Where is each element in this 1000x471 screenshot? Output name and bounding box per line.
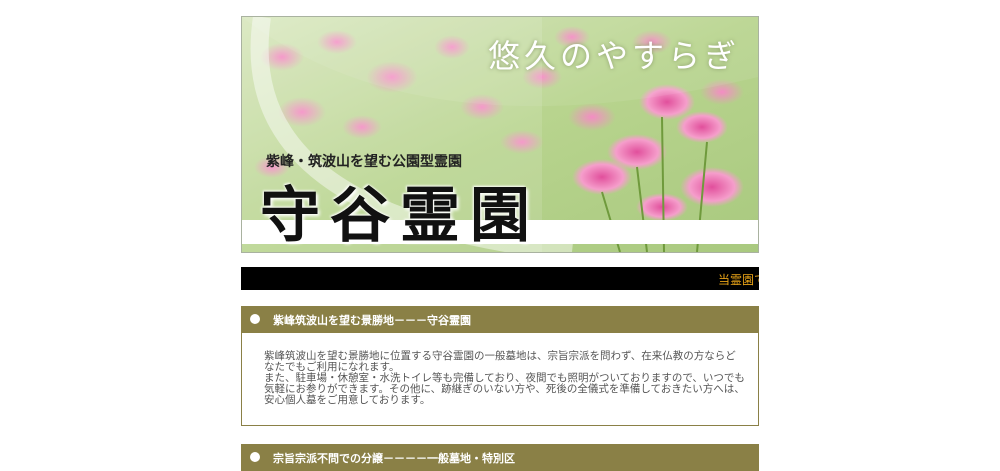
section-heading: 紫峰筑波山を望む景勝地－－－守谷霊園: [273, 314, 471, 327]
banner-tagline: 悠久のやすらぎ: [487, 37, 740, 75]
page-container: 悠久のやすらぎ 紫峰・筑波山を望む公園型霊園 守谷霊園: [241, 16, 759, 253]
section-paragraph: 紫峰筑波山を望む景勝地に位置する守谷霊園の一般墓地は、宗旨宗派を問わず、在来仏教…: [264, 351, 746, 406]
paragraph-line-1: 紫峰筑波山を望む景勝地に位置する守谷霊園の一般墓地は、宗旨宗派を問わず、在来仏教…: [264, 350, 736, 373]
section-header-general-plots: 宗旨宗派不問での分譲－－－－一般墓地・特別区: [241, 444, 759, 471]
section-heading: 宗旨宗派不問での分譲－－－－一般墓地・特別区: [273, 452, 515, 465]
section-body-scenic: 紫峰筑波山を望む景勝地に位置する守谷霊園の一般墓地は、宗旨宗派を問わず、在来仏教…: [241, 333, 759, 426]
paragraph-line-2: また、駐車場・休憩室・水洗トイレ等も完備しており、夜間でも照明がついておりますの…: [264, 372, 745, 406]
header-banner: 悠久のやすらぎ 紫峰・筑波山を望む公園型霊園 守谷霊園: [241, 16, 759, 253]
site-title: 守谷霊園: [260, 181, 540, 251]
bullet-icon: [250, 314, 260, 324]
section-header-scenic: 紫峰筑波山を望む景勝地－－－守谷霊園: [241, 306, 759, 333]
ticker-text[interactable]: 当霊園で: [718, 271, 759, 288]
bullet-icon: [250, 452, 260, 462]
news-ticker[interactable]: 当霊園で: [241, 267, 759, 290]
